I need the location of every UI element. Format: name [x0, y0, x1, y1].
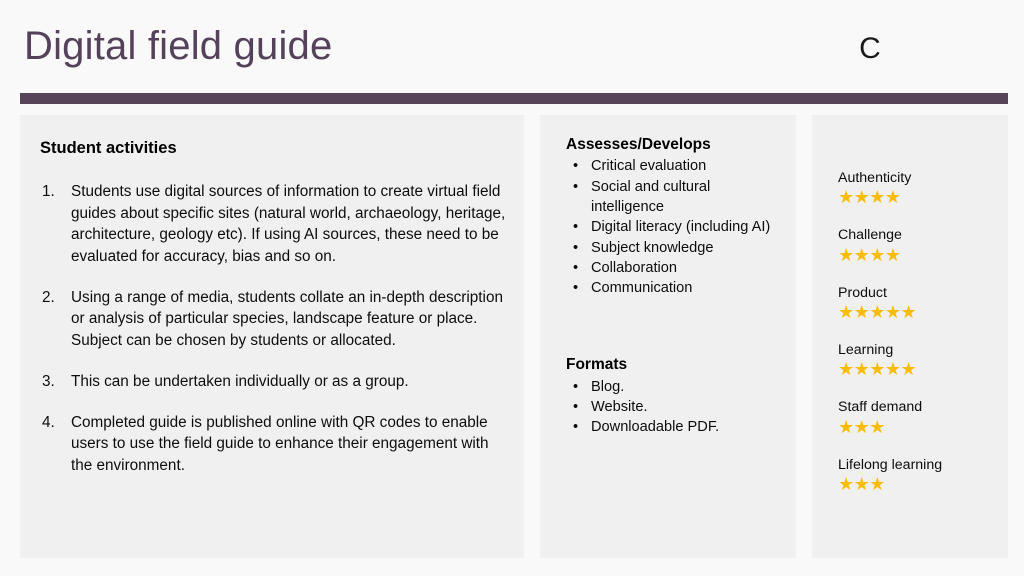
star-rating-icon: ★★★ [838, 416, 885, 437]
student-activities-panel: Student activities 1. Students use digit… [20, 115, 524, 558]
rating-row: Staff demand ★★★ [838, 398, 998, 436]
bullet-icon: • [573, 158, 579, 175]
list-item: 3. This can be undertaken individually o… [40, 371, 506, 393]
list-item-number: 4. [42, 413, 55, 431]
list-item-text: Website. [591, 399, 648, 415]
star-rating-icon: ★★★★ [838, 187, 901, 208]
list-item-text: Collaboration [591, 259, 677, 276]
assesses-develops-list: • Critical evaluation • Social and cultu… [566, 156, 786, 298]
assesses-develops-heading: Assesses/Develops [566, 136, 711, 153]
list-item-text: Critical evaluation [591, 158, 707, 175]
list-item-number: 2. [42, 288, 55, 306]
list-item-text: Digital literacy (including AI) [591, 219, 771, 236]
slide-header: Digital field guide C [0, 0, 1024, 104]
rating-row: Product ★★★★★ [838, 284, 998, 322]
page-title: Digital field guide [24, 24, 333, 68]
bullet-icon: • [573, 399, 579, 415]
list-item-text: Communication [591, 280, 693, 297]
list-item-text: Completed guide is published online with… [71, 413, 489, 474]
activities-list: 1. Students use digital sources of infor… [40, 181, 506, 477]
rating-row: Lifelong learning ★★★ [838, 456, 998, 494]
list-item-text: Social and cultural intelligence [591, 178, 711, 215]
bullet-icon: • [573, 178, 579, 195]
rating-label: Staff demand [838, 399, 923, 416]
list-item: 4. Completed guide is published online w… [40, 412, 506, 477]
rating-label: Learning [838, 342, 894, 359]
list-item: 2. Using a range of media, students coll… [40, 287, 506, 352]
star-rating-icon: ★★★★★ [838, 359, 917, 380]
brand-logo-mark: C [859, 32, 881, 65]
rating-row: Authenticity ★★★★ [838, 169, 998, 207]
formats-heading: Formats [566, 356, 628, 374]
list-item-text: Using a range of media, students collate… [71, 288, 503, 350]
list-item-text: This can be undertaken individually or a… [71, 372, 409, 390]
list-item: • Downloadable PDF. [566, 417, 786, 437]
list-item-text: Blog. [591, 378, 625, 395]
rating-label: Authenticity [838, 170, 912, 186]
ratings-content: Authenticity ★★★★ Challenge ★★★★ Product… [812, 115, 1008, 494]
list-item: 1. Students use digital sources of infor… [40, 181, 506, 268]
bullet-icon: • [573, 419, 579, 436]
bullet-icon: • [573, 378, 579, 395]
rating-label: Challenge [838, 227, 902, 244]
star-rating-icon: ★★★ [838, 474, 885, 495]
star-rating-icon: ★★★★★ [838, 302, 917, 323]
list-item: • Website. [566, 397, 786, 417]
list-item-number: 1. [42, 182, 55, 200]
list-item: • Digital literacy (including AI) [566, 217, 786, 237]
assesses-formats-content: Assesses/Develops • Critical evaluation … [540, 115, 796, 438]
rating-label: Product [838, 284, 887, 301]
rating-label: Lifelong learning [838, 456, 943, 473]
list-item: • Communication [566, 278, 786, 298]
list-item-text: Downloadable PDF. [591, 419, 720, 436]
rating-row: Challenge ★★★★ [838, 226, 998, 264]
bullet-icon: • [573, 259, 579, 276]
list-item-number: 3. [42, 372, 55, 390]
rating-row: Learning ★★★★★ [838, 341, 998, 379]
bullet-icon: • [573, 280, 579, 297]
list-item: • Collaboration [566, 258, 786, 278]
header-divider-rule [20, 93, 1008, 104]
list-item-text: Students use digital sources of informat… [71, 182, 506, 265]
list-item: • Blog. [566, 377, 786, 397]
list-item: • Social and cultural intelligence [566, 177, 786, 218]
bullet-icon: • [573, 219, 579, 236]
formats-list: • Blog. • Website. • Downloadable PDF. [566, 377, 786, 438]
student-activities-content: Student activities 1. Students use digit… [20, 115, 524, 477]
bullet-icon: • [573, 239, 579, 256]
list-item-text: Subject knowledge [591, 239, 714, 256]
student-activities-heading: Student activities [40, 139, 177, 157]
assesses-formats-panel: Assesses/Develops • Critical evaluation … [540, 115, 796, 558]
ratings-panel: Authenticity ★★★★ Challenge ★★★★ Product… [812, 115, 1008, 558]
list-item: • Critical evaluation [566, 156, 786, 176]
list-item: • Subject knowledge [566, 238, 786, 258]
star-rating-icon: ★★★★ [838, 244, 901, 265]
